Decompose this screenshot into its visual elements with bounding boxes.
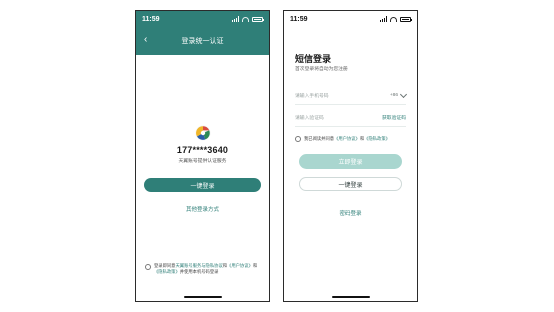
header: ‹ 登录统一认证: [136, 27, 269, 55]
agreement-text-3: 和: [252, 263, 258, 268]
status-time: 11:59: [142, 15, 160, 23]
phone-number-field[interactable]: 请输入手机号码 +86: [295, 87, 408, 105]
agreement-text-4: 并使用本机号码登录: [179, 269, 219, 274]
status-bar: 11:59: [136, 11, 269, 27]
operator-agreement-link[interactable]: 天翼账号服务与隐私协议: [175, 263, 222, 268]
one-click-login-button[interactable]: 一键登录: [144, 178, 261, 192]
verification-code-field[interactable]: 请输入验证码 获取验证码: [295, 109, 406, 127]
verification-code-placeholder: 请输入验证码: [295, 116, 324, 121]
home-indicator: [331, 296, 370, 298]
home-indicator: [183, 296, 222, 298]
battery-icon: [400, 16, 412, 22]
back-icon[interactable]: ‹: [144, 35, 147, 45]
other-login-methods-link[interactable]: 其他登录方式: [136, 205, 269, 213]
one-click-login-button[interactable]: 一键登录: [299, 177, 402, 191]
battery-icon: [252, 16, 264, 22]
page-title: 登录统一认证: [181, 38, 224, 45]
status-icons: [380, 16, 412, 22]
get-code-button[interactable]: 获取验证码: [382, 114, 406, 121]
country-code-selector[interactable]: +86: [389, 90, 408, 99]
agreement-text: 我已阅读并同意《用户协议》和《隐私政策》: [304, 136, 390, 142]
operator-logo-icon: [195, 125, 211, 141]
signal-icon: [380, 16, 387, 22]
wifi-icon: [242, 16, 249, 22]
auth-service-text: 天翼账号提供认证服务: [178, 159, 227, 164]
agreement-radio[interactable]: [295, 136, 301, 142]
status-time: 11:59: [290, 15, 308, 23]
agreement-radio[interactable]: [145, 264, 151, 270]
agreement-text-1: 我已阅读并同意: [304, 135, 335, 141]
privacy-policy-link[interactable]: 《隐私政策》: [364, 136, 390, 141]
phone-number-placeholder: 请输入手机号码: [295, 94, 329, 99]
phone-screen-sms-login: 11:59 短信登录 首次登录将自动为您注册 请输入手机号码 +86 请输入验证…: [283, 10, 418, 302]
page-title: 短信登录: [295, 54, 332, 64]
agreement-row: 登录即同意天翼账号服务与隐私协议和《用户协议》和《隐私政策》并使用本机号码登录: [145, 263, 260, 275]
signal-icon: [232, 16, 239, 22]
phone-screen-one-click: 11:59 ‹ 登录统一认证 177****3640 天翼账号提供认证服务 一键…: [135, 10, 270, 302]
country-code: +86: [389, 93, 398, 98]
agreement-text-1: 登录即同意: [154, 263, 176, 268]
status-bar: 11:59: [284, 11, 417, 27]
status-icons: [232, 16, 264, 22]
login-now-button[interactable]: 立即登录: [299, 154, 402, 169]
identity-block: 177****3640 天翼账号提供认证服务: [136, 125, 269, 164]
user-agreement-link[interactable]: 《用户协议》: [334, 136, 360, 141]
masked-phone-number: 177****3640: [176, 145, 229, 155]
password-login-link[interactable]: 密码登录: [284, 209, 417, 217]
chevron-down-icon: [399, 90, 408, 99]
wifi-icon: [390, 16, 397, 22]
user-agreement-link[interactable]: 《用户协议》: [227, 263, 253, 268]
privacy-policy-link[interactable]: 《隐私政策》: [154, 269, 180, 274]
agreement-row: 我已阅读并同意《用户协议》和《隐私政策》: [295, 135, 406, 142]
agreement-text: 登录即同意天翼账号服务与隐私协议和《用户协议》和《隐私政策》并使用本机号码登录: [154, 263, 260, 275]
page-subtitle: 首次登录将自动为您注册: [295, 67, 348, 72]
